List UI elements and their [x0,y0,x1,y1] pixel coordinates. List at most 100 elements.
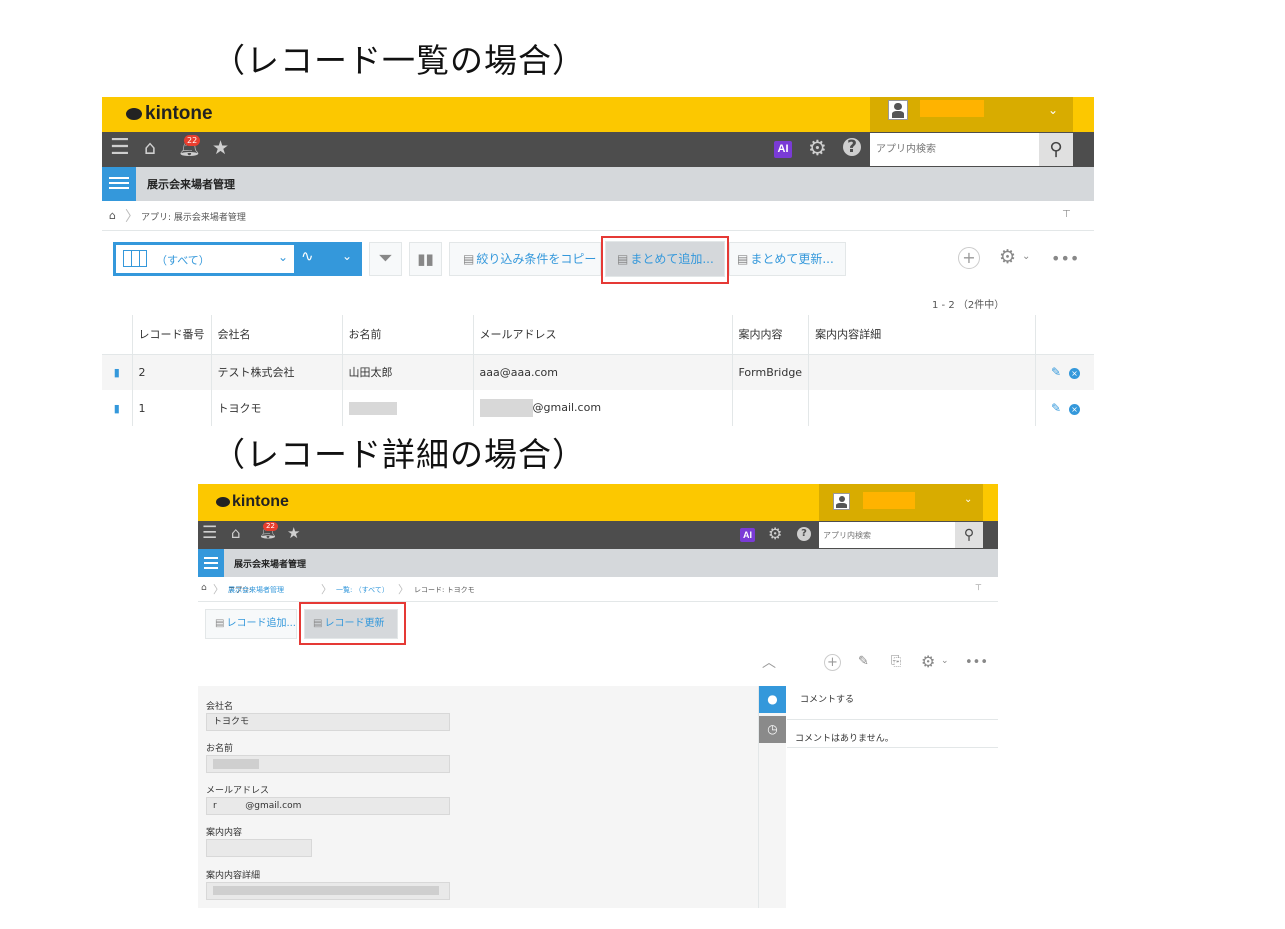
header-bar: kintone ⌄ [102,97,1094,132]
breadcrumb-app-link[interactable]: 展示会来場者管理 [228,585,284,595]
no-comments-text: コメントはありません。 [795,734,894,744]
delete-icon[interactable]: × [1069,368,1080,380]
column-header[interactable]: お名前 [341,315,473,355]
column-header[interactable]: 案内内容 [731,315,809,355]
breadcrumb-list[interactable]: 一覧: （すべて） [336,585,389,595]
menu-icon[interactable]: ☰ [110,135,130,160]
graph-chevron-down-icon[interactable]: ⌄ [342,249,352,263]
record-detail-icon[interactable]: ▮ [102,390,132,426]
document-icon: ▤ [737,252,749,266]
history-tab[interactable]: ◷ [759,716,786,743]
add-record-icon[interactable]: + [958,247,980,269]
kintone-logo[interactable]: kintone [216,493,289,511]
chevron-down-icon[interactable]: ⌄ [1022,251,1030,262]
speech-bubble-icon: ● [767,692,778,706]
star-icon[interactable]: ★ [212,137,229,159]
user-menu[interactable]: ⌄ [819,484,983,521]
app-title[interactable]: 展示会来場者管理 [147,176,235,192]
help-icon[interactable]: ? [797,527,811,541]
search-icon: ⚲ [963,527,975,543]
gear-icon[interactable]: ⚙ [999,246,1016,268]
view-dropdown[interactable]: （すべて） ⌄ [116,245,294,273]
avatar [833,493,850,510]
delete-icon[interactable]: × [1069,404,1080,415]
cell-email: @gmail.com [472,390,732,426]
ai-button[interactable]: AI [740,528,755,542]
divider [787,747,998,748]
pin-icon[interactable]: ⊤ [975,583,982,592]
cloud-icon [126,107,142,120]
field-value [206,882,450,900]
graph-icon[interactable]: ∿ [301,247,314,265]
collapse-icon[interactable]: ︿ [762,652,776,672]
more-icon[interactable]: ••• [965,655,988,670]
search-button[interactable]: ⚲ [1039,133,1073,166]
user-name-redacted [920,100,984,117]
bulk-update-label: まとめて更新... [750,252,834,266]
pin-icon[interactable]: ⊤ [1062,209,1071,220]
filter-button[interactable]: ⏷ [369,242,402,276]
header-bar: kintone ⌄ [198,484,998,521]
help-icon[interactable]: ? [843,138,861,156]
add-record-icon[interactable]: + [824,654,841,671]
copy-icon[interactable]: ⎘ [891,654,901,669]
search-input[interactable] [823,522,948,548]
breadcrumb-record: レコード: トヨクモ [414,586,475,594]
column-header[interactable]: 案内内容詳細 [808,315,1036,355]
field-label: お名前 [206,744,234,754]
field-label: 会社名 [206,702,234,712]
breadcrumb-separator: 〉 [125,209,139,225]
kintone-logo[interactable]: kintone [126,103,213,125]
ai-button[interactable]: AI [774,141,792,158]
search-input[interactable] [876,133,1036,166]
menu-icon[interactable]: ☰ [202,523,217,543]
breadcrumb-separator: 〉 [398,583,409,596]
search-button[interactable]: ⚲ [955,522,983,548]
comment-tab[interactable]: ● [759,686,786,713]
copy-filter-label: 絞り込み条件をコピー [476,252,597,266]
edit-icon[interactable]: ✎ [1051,365,1061,379]
gear-icon[interactable]: ⚙ [921,652,935,671]
chevron-down-icon[interactable]: ⌄ [941,656,949,666]
edit-icon[interactable]: ✎ [1051,401,1061,415]
home-icon[interactable]: ⌂ [231,524,241,542]
graph-button[interactable]: ▮▮ [409,242,442,276]
app-title[interactable]: 展示会来場者管理 [234,557,306,570]
add-record-button[interactable]: ▤ レコード追加... [205,609,297,639]
table-row[interactable]: ▮ 2 テスト株式会社 山田太郎 aaa@aaa.com FormBridge … [102,354,1094,390]
breadcrumb-home-icon[interactable]: ⌂ [109,209,116,222]
comment-post-label[interactable]: コメントする [800,692,854,705]
global-nav-bar: ☰ ⌂ 🔔︎ 22 ★ AI ⚙ ? ⚲ [198,521,998,549]
app-icon[interactable] [102,167,136,201]
logo-text: kintone [232,493,289,510]
app-icon[interactable] [198,549,224,577]
record-detail-icon[interactable]: ▮ [102,354,132,390]
row-actions: ✎ × [1035,390,1094,426]
gear-icon[interactable]: ⚙ [808,136,827,160]
home-icon[interactable]: ⌂ [144,137,156,159]
table-row[interactable]: ▮ 1 トヨクモ @gmail.com ✎ × [102,390,1094,426]
gear-icon[interactable]: ⚙ [768,524,782,543]
more-icon[interactable]: ••• [1051,249,1079,268]
redacted-email [479,399,533,417]
email-domain: @gmail.com [532,401,602,414]
view-selector[interactable]: （すべて） ⌄ ∿ ⌄ [113,242,362,276]
breadcrumb-home-icon[interactable]: ⌂ [201,583,207,593]
avatar [888,100,908,120]
user-name-redacted [863,492,915,509]
edit-icon[interactable]: ✎ [858,654,869,669]
comment-post-area[interactable]: コメントする [787,686,998,720]
column-header[interactable]: レコード番号 [131,315,211,355]
records-table: レコード番号 会社名 お名前 メールアドレス 案内内容 案内内容詳細 ▮ 2 テ… [102,315,1094,426]
column-header[interactable]: メールアドレス [472,315,732,355]
header-icon-col [102,315,132,355]
copy-filter-button[interactable]: ▤ 絞り込み条件をコピー [449,242,601,276]
breadcrumb-app[interactable]: アプリ: 展示会来場者管理 [141,210,246,223]
cell-email: aaa@aaa.com [472,354,732,390]
star-icon[interactable]: ★ [287,524,300,542]
column-header[interactable]: 会社名 [210,315,342,355]
user-menu[interactable]: ⌄ [870,97,1073,132]
document-icon: ▤ [215,618,225,629]
app-title-bar: 展示会来場者管理 [102,167,1094,201]
bulk-update-button[interactable]: ▤ まとめて更新... [729,242,846,276]
